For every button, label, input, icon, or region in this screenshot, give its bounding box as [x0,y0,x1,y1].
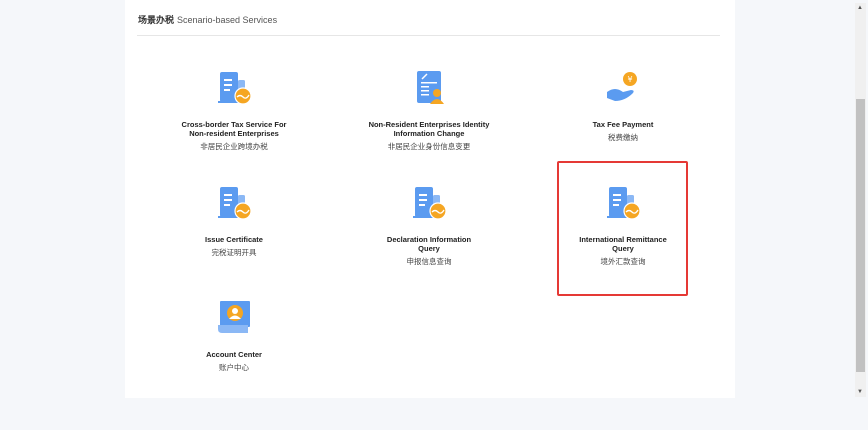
vertical-scrollbar[interactable]: ▲ ▼ [855,3,866,397]
service-cn: 完税证明开具 [211,248,257,257]
service-title: Issue Certificate [205,235,263,244]
service-title: Tax Fee Payment [592,120,654,129]
service-declaration-query[interactable]: Declaration Information Query 申报信息查询 [339,185,519,315]
scroll-down-icon[interactable]: ▼ [857,389,863,395]
service-identity-change[interactable]: Non-Resident Enterprises Identity Informa… [339,70,519,200]
service-title: Query [418,244,440,253]
service-cn: 非居民企业身份信息变更 [387,142,471,151]
service-title: Information Change [393,129,465,138]
hand-yuan-icon: ¥ [607,72,637,101]
service-cn: 非居民企业跨境办税 [200,142,268,151]
section-title: 场景办税 Scenario-based Services [138,13,277,26]
scroll-up-icon[interactable]: ▲ [857,5,863,11]
service-title: Cross-border Tax Service For [181,120,287,129]
service-account-center[interactable]: Account Center 账户中心 [144,300,324,430]
divider [137,35,720,36]
service-title: Query [612,244,634,253]
service-international-remittance-query[interactable]: International Remittance Query 境外汇款查询 [533,185,713,315]
building-globe-icon [217,186,252,220]
service-title: Non-resident Enterprises [189,129,279,138]
service-title: Declaration Information [386,235,472,244]
document-person-icon [417,71,444,104]
scrollbar-thumb[interactable] [856,99,865,372]
building-globe-icon [217,71,252,105]
title-en: Scenario-based Services [177,15,278,25]
service-title: International Remittance [579,235,667,244]
service-cross-border-tax[interactable]: Cross-border Tax Service For Non-resident… [144,70,324,200]
service-cn: 账户中心 [219,363,249,372]
account-book-icon [218,301,250,333]
service-cn: 申报信息查询 [406,257,452,266]
building-globe-icon [412,186,447,220]
title-cn: 场景办税 [138,15,175,25]
service-cn: 税费缴纳 [608,133,638,142]
service-issue-certificate[interactable]: Issue Certificate 完税证明开具 [144,185,324,315]
services-card: 场景办税 Scenario-based Services Cross-border… [125,0,735,398]
svg-text:¥: ¥ [627,75,632,84]
service-title: Non-Resident Enterprises Identity [368,120,490,129]
service-cn: 境外汇款查询 [600,257,646,266]
service-title: Account Center [206,350,262,359]
building-globe-icon [606,186,641,220]
